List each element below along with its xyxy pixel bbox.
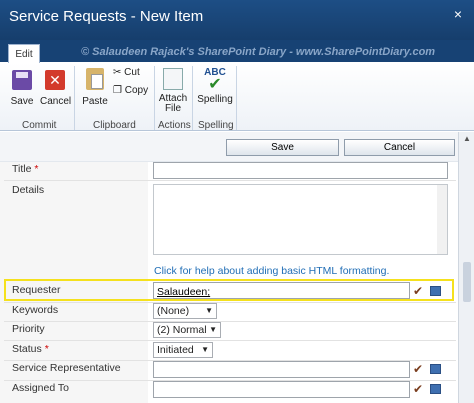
save-icon [12,70,32,90]
cut-button[interactable]: ✂ Cut [113,67,153,78]
title-input[interactable] [153,162,448,179]
group-label-spelling: Spelling [198,120,234,131]
group-divider [192,66,193,130]
check-names-icon[interactable]: ✔ [413,363,423,375]
group-divider [236,66,237,130]
required-mark: * [34,163,39,175]
paste-button[interactable]: Paste [80,68,110,107]
spelling-button[interactable]: ABC ✔ Spelling [197,68,233,106]
cancel-ribbon-button[interactable]: ✕ Cancel [40,70,72,107]
details-label: Details [12,184,45,196]
scroll-thumb[interactable] [463,262,471,302]
close-icon[interactable]: × [454,6,462,22]
address-book-icon[interactable] [430,286,441,296]
chevron-down-icon: ▼ [209,325,217,334]
paste-label: Paste [82,96,108,107]
window-titlebar: Service Requests - New Item × [0,0,474,40]
group-divider [154,66,155,130]
group-divider [74,66,75,130]
save-ribbon-button[interactable]: Save [7,70,37,107]
chevron-down-icon: ▼ [205,306,213,315]
tab-edit[interactable]: Edit [8,44,40,64]
attach-file-button[interactable]: Attach File [158,68,188,114]
chevron-down-icon: ▼ [201,345,209,354]
spelling-check-icon: ABC ✔ [197,68,233,93]
watermark: © Salaudeen Rajack's SharePoint Diary - … [81,46,436,58]
requester-value: Salaudeen; [157,286,211,298]
spelling-label: Spelling [197,94,233,105]
assigned-to-input[interactable] [153,381,410,398]
cancel-icon: ✕ [45,70,65,90]
ribbon [0,63,474,131]
keywords-label: Keywords [12,304,59,316]
status-label: Status * [12,343,49,355]
address-book-icon[interactable] [430,384,441,394]
attach-label-2: File [164,103,182,114]
group-label-actions: Actions [158,120,191,131]
details-scrollbar[interactable] [437,185,447,254]
check-names-icon[interactable]: ✔ [413,383,423,395]
row-divider [4,302,456,303]
service-rep-label: Service Representative [12,362,121,374]
copy-icon: ❐ [113,85,122,96]
page-scrollbar[interactable]: ▲ [458,132,474,403]
details-textarea[interactable] [153,184,448,255]
group-label-clipboard: Clipboard [93,120,136,131]
save-ribbon-label: Save [10,96,34,107]
service-rep-input[interactable] [153,361,410,378]
keywords-select[interactable]: (None) ▼ [153,303,217,319]
save-button[interactable]: Save [226,139,339,156]
service-rep-picker-icons: ✔ [413,363,443,377]
assigned-to-label: Assigned To [12,382,70,394]
cancel-button[interactable]: Cancel [344,139,455,156]
row-divider [4,180,456,181]
scroll-up-icon[interactable]: ▲ [463,134,471,143]
attach-file-icon [163,68,183,90]
address-book-icon[interactable] [430,364,441,374]
priority-label: Priority [12,323,45,335]
copy-label: Copy [124,85,149,96]
cut-label: Cut [124,67,140,78]
paste-icon [86,68,104,90]
title-label: Title * [12,163,39,175]
required-mark: * [44,343,49,355]
scissors-icon: ✂ [113,67,122,78]
requester-picker-icons: ✔ [413,285,443,299]
html-help-link[interactable]: Click for help about adding basic HTML f… [154,265,389,277]
status-select[interactable]: Initiated ▼ [153,342,213,358]
group-label-commit: Commit [22,120,57,131]
cancel-ribbon-label: Cancel [40,96,72,107]
row-divider [4,340,456,341]
window-title: Service Requests - New Item [9,8,204,25]
assigned-to-picker-icons: ✔ [413,383,443,397]
copy-button[interactable]: ❐ Copy [113,85,153,96]
check-names-icon[interactable]: ✔ [413,285,423,297]
priority-select[interactable]: (2) Normal ▼ [153,322,221,338]
requester-label: Requester [12,284,61,296]
row-divider [4,321,456,322]
